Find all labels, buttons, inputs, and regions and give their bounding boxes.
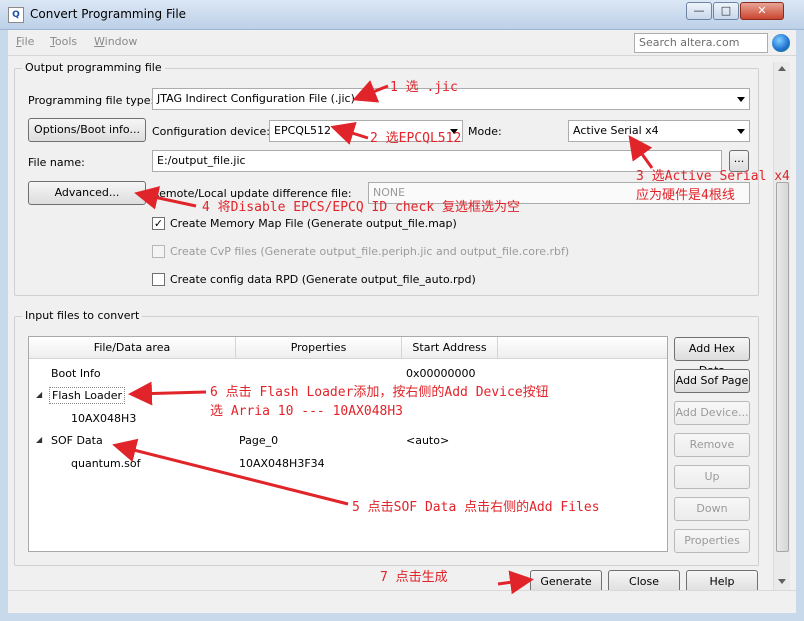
scroll-thumb[interactable]	[776, 182, 789, 552]
annotation-6-line2: 选 Arria 10 --- 10AX048H3	[210, 404, 404, 419]
annotation-4: 4 将Disable EPCS/EPCQ ID check 复选框选为空	[202, 200, 520, 215]
add-hex-data-button[interactable]: Add Hex Data	[674, 337, 750, 377]
up-button[interactable]: Up	[674, 465, 750, 489]
memory-map-label: Create Memory Map File (Generate output_…	[170, 217, 457, 230]
column-header-properties[interactable]: Properties	[236, 337, 402, 359]
row-name: 10AX048H3	[71, 412, 137, 425]
annotation-7: 7 点击生成	[380, 570, 448, 585]
output-group-title: Output programming file	[22, 61, 165, 74]
close-window-button[interactable]: ✕	[740, 2, 784, 20]
column-header-filler	[498, 337, 667, 359]
add-device-button[interactable]: Add Device...	[674, 401, 750, 425]
file-type-label: Programming file type:	[28, 94, 155, 107]
menu-window[interactable]: Window	[94, 35, 137, 48]
title-bar[interactable]: Q Convert Programming File — □ ✕	[0, 0, 804, 30]
chevron-down-icon	[737, 97, 745, 102]
globe-icon[interactable]	[772, 34, 790, 52]
column-header-address[interactable]: Start Address	[402, 337, 498, 359]
column-header-file[interactable]: File/Data area	[29, 337, 236, 359]
minimize-button[interactable]: —	[686, 2, 712, 20]
mode-combo[interactable]: Active Serial x4	[568, 120, 750, 142]
advanced-button[interactable]: Advanced...	[28, 181, 146, 205]
input-group-title: Input files to convert	[22, 309, 143, 322]
row-name: Flash Loader	[49, 387, 126, 404]
annotation-6-line1: 6 点击 Flash Loader添加，按右侧的Add Device按钮	[210, 385, 549, 400]
menu-file[interactable]: File	[16, 35, 34, 48]
annotation-2: 2 选EPCQL512	[370, 131, 462, 146]
file-name-label: File name:	[28, 156, 85, 169]
vertical-scrollbar[interactable]	[773, 62, 790, 590]
properties-button[interactable]: Properties	[674, 529, 750, 553]
table-row[interactable]: quantum.sof 10AX048H3F34	[29, 457, 667, 477]
maximize-button[interactable]: □	[713, 2, 739, 20]
remove-button[interactable]: Remove	[674, 433, 750, 457]
menu-tools[interactable]: Tools	[50, 35, 77, 48]
input-files-table[interactable]: File/Data area Properties Start Address …	[28, 336, 668, 552]
config-device-label: Configuration device:	[152, 125, 270, 138]
row-address: 0x00000000	[406, 367, 476, 380]
add-sof-page-button[interactable]: Add Sof Page	[674, 369, 750, 393]
config-rpd-checkbox[interactable]	[152, 273, 165, 286]
row-name: quantum.sof	[71, 457, 141, 470]
window-title: Convert Programming File	[30, 7, 187, 21]
annotation-3-line1: 3 选Active Serial x4	[636, 169, 790, 184]
mode-label: Mode:	[468, 125, 502, 138]
quartus-app-icon: Q	[8, 7, 24, 23]
status-bar	[8, 590, 796, 613]
mode-value: Active Serial x4	[573, 124, 659, 137]
options-boot-info-button[interactable]: Options/Boot info...	[28, 118, 146, 142]
scroll-up-icon[interactable]	[778, 66, 786, 71]
cvp-files-label: Create CvP files (Generate output_file.p…	[170, 245, 570, 258]
search-input[interactable]: Search altera.com	[634, 33, 768, 53]
expand-triangle-icon[interactable]: ◢	[36, 435, 42, 444]
config-rpd-label: Create config data RPD (Generate output_…	[170, 273, 476, 286]
row-address: <auto>	[406, 434, 450, 447]
config-device-value: EPCQL512	[274, 124, 332, 137]
menu-bar: File Tools Window Search altera.com	[8, 30, 796, 56]
row-name: SOF Data	[51, 434, 103, 447]
expand-triangle-icon[interactable]: ◢	[36, 390, 42, 399]
annotation-5: 5 点击SOF Data 点击右侧的Add Files	[352, 500, 600, 515]
down-button[interactable]: Down	[674, 497, 750, 521]
annotation-3-line2: 应为硬件是4根线	[636, 188, 735, 203]
memory-map-checkbox[interactable]: ✓	[152, 217, 165, 230]
row-properties: 10AX048H3F34	[239, 457, 325, 470]
annotation-1: 1 选 .jic	[390, 80, 458, 95]
table-row[interactable]: ◢ SOF Data Page_0 <auto>	[29, 434, 667, 454]
row-properties: Page_0	[239, 434, 279, 447]
chevron-down-icon	[737, 129, 745, 134]
scroll-down-icon[interactable]	[778, 579, 786, 584]
row-name: Boot Info	[51, 367, 101, 380]
cvp-files-checkbox[interactable]	[152, 245, 165, 258]
file-type-value: JTAG Indirect Configuration File (.jic)	[157, 92, 355, 105]
